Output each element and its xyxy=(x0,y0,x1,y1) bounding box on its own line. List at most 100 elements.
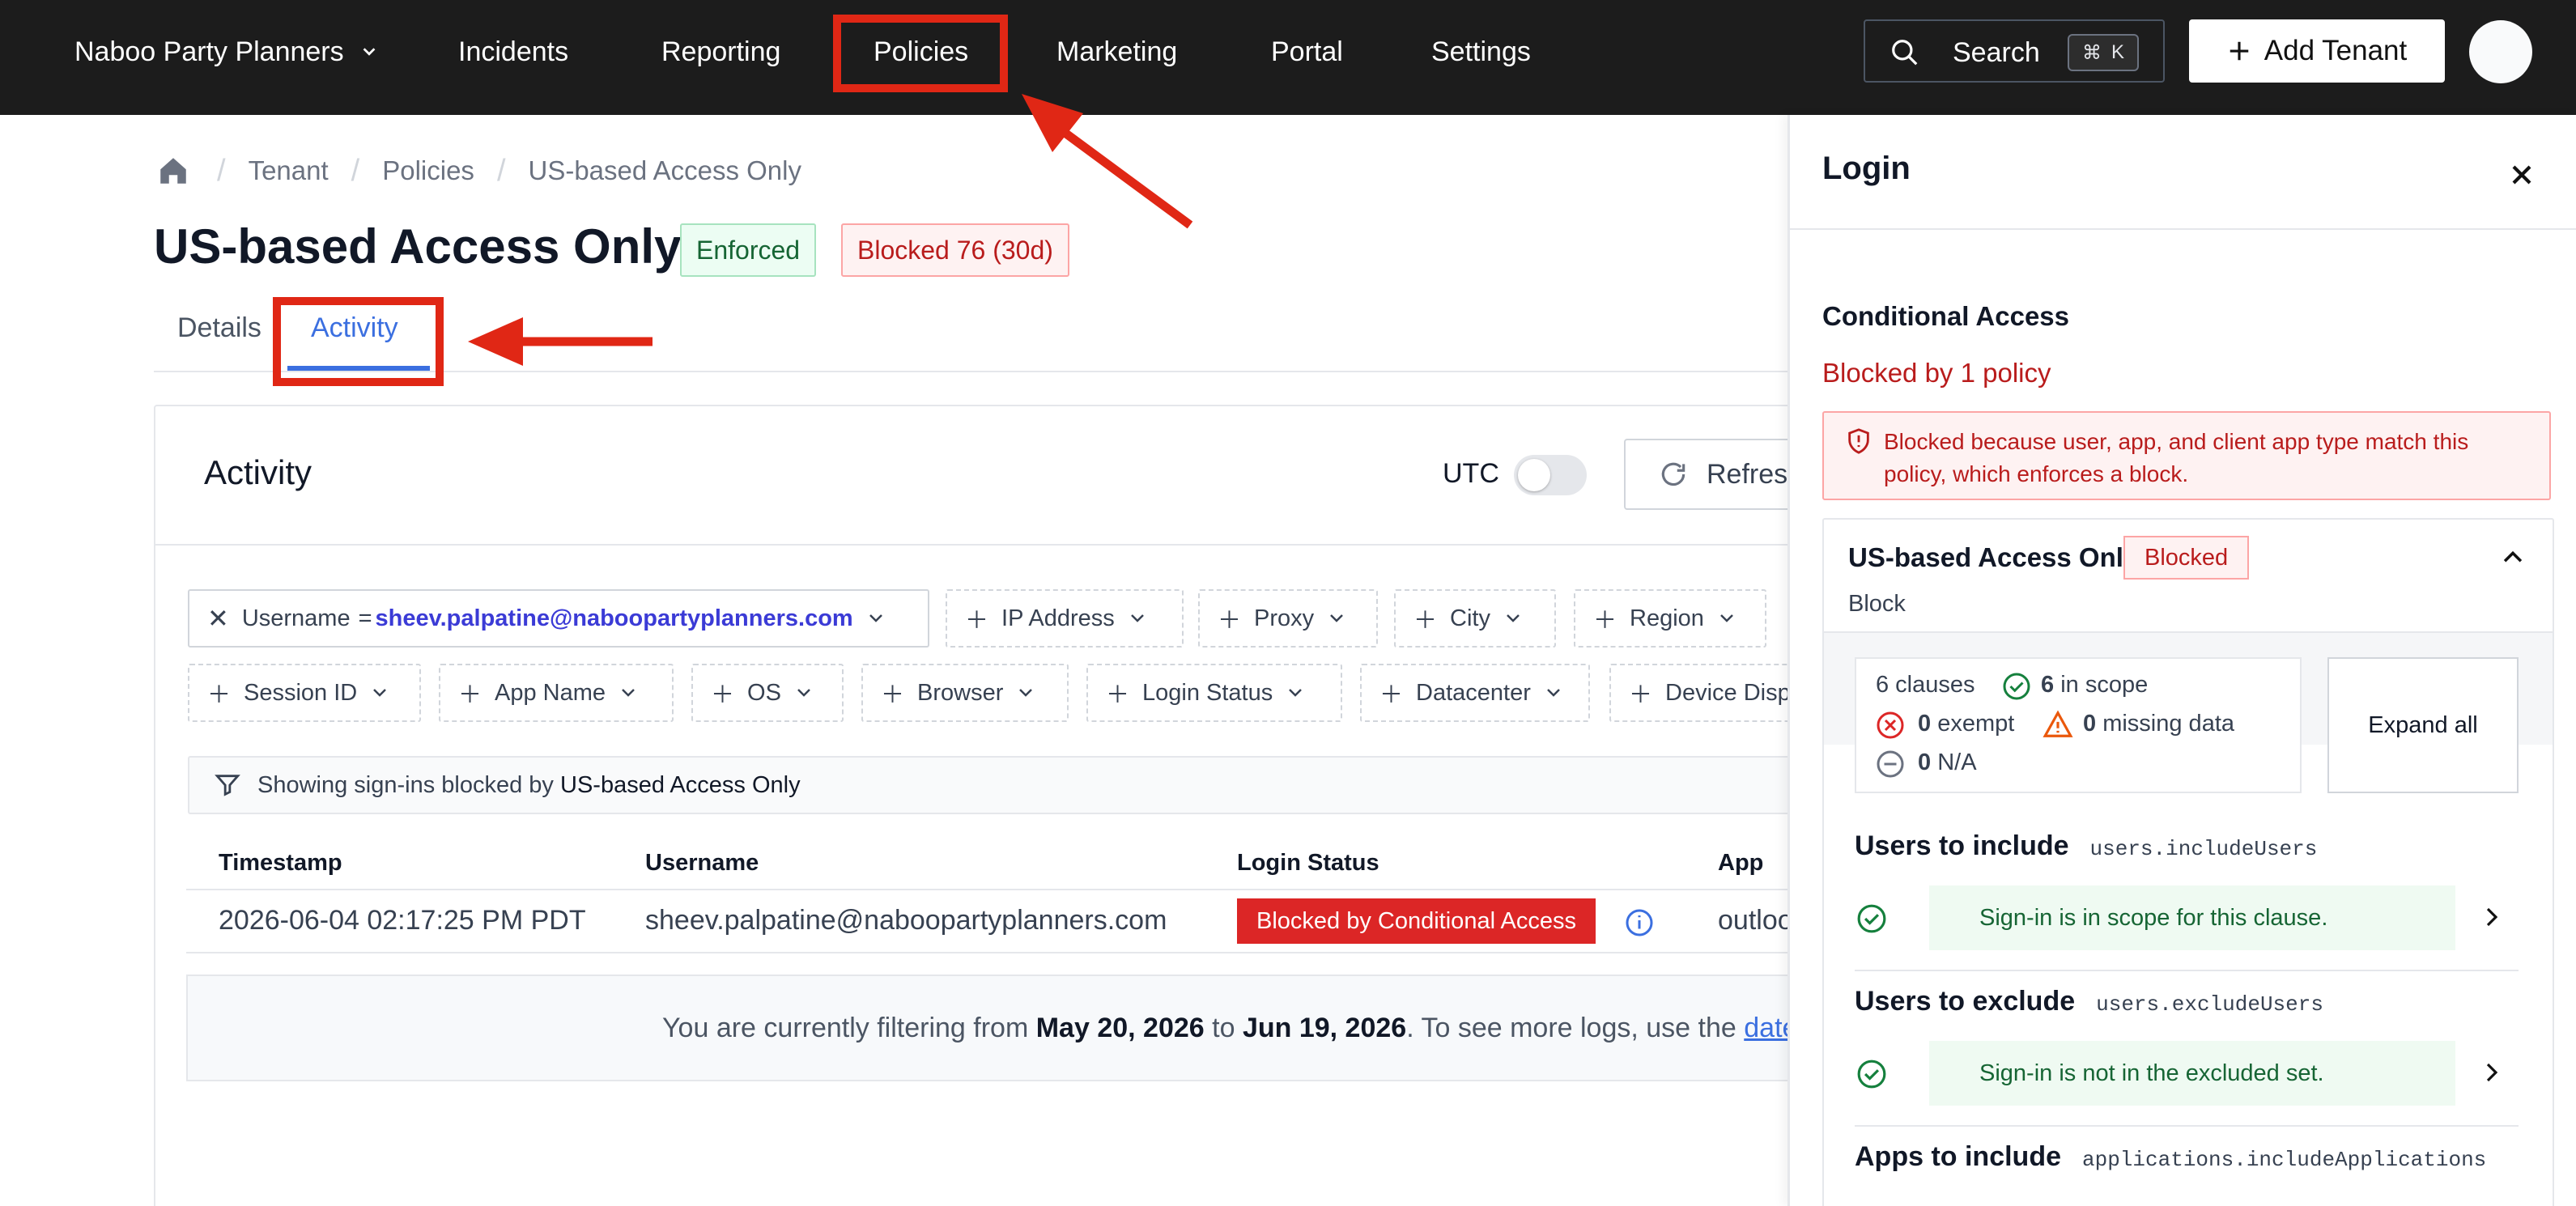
table-header-divider xyxy=(186,889,1787,890)
refresh-icon xyxy=(1661,462,1685,486)
clauses-count: 6 clauses xyxy=(1876,672,1975,698)
check-circle-icon xyxy=(1857,904,1886,933)
policy-action: Block xyxy=(1848,591,1906,617)
annotation-highlight-box xyxy=(273,297,444,386)
block-alert-text: Blocked because user, app, and client ap… xyxy=(1884,429,2469,486)
expand-all-button[interactable]: Expand all xyxy=(2327,657,2519,793)
avatar[interactable] xyxy=(2469,20,2532,83)
card-header-divider xyxy=(155,544,1787,546)
panel-header-divider xyxy=(1790,228,2576,230)
tab-details[interactable]: Details xyxy=(177,312,261,344)
info-icon[interactable] xyxy=(1625,908,1654,937)
col-app[interactable]: App xyxy=(1718,850,1763,877)
refresh-button[interactable]: Refresh xyxy=(1624,439,1787,510)
table-row[interactable]: 2026-06-04 02:17:25 PM PDT sheev.palpati… xyxy=(186,892,1787,952)
filter-login-status[interactable]: ＋ Login Status xyxy=(1086,664,1342,722)
chevron-down-icon xyxy=(622,689,635,697)
chevron-down-icon xyxy=(1289,689,1303,697)
plus-icon: ＋ xyxy=(1629,682,1653,708)
org-switcher[interactable]: Naboo Party Planners xyxy=(74,0,378,104)
breadcrumb-tenant[interactable]: Tenant xyxy=(249,155,329,186)
breadcrumb-separator: / xyxy=(496,153,506,188)
chevron-down-icon xyxy=(1507,614,1520,622)
breadcrumb-separator: / xyxy=(351,153,360,188)
close-icon[interactable] xyxy=(2506,159,2538,191)
activity-heading: Activity xyxy=(204,453,312,491)
nav-marketing[interactable]: Marketing xyxy=(1056,0,1177,104)
table-top-divider xyxy=(186,952,1787,953)
breadcrumb-policies[interactable]: Policies xyxy=(382,155,474,186)
row-timestamp: 2026-06-04 02:17:25 PM PDT xyxy=(219,905,586,936)
filter-os[interactable]: ＋ OS xyxy=(691,664,844,722)
filter-device-display[interactable]: ＋Device Display xyxy=(1609,664,1787,722)
col-login-status[interactable]: Login Status xyxy=(1237,850,1379,877)
close-icon[interactable]: ✕ xyxy=(207,603,229,634)
x-circle-icon xyxy=(1877,711,1904,739)
chevron-right-icon xyxy=(2486,907,2498,927)
chevron-down-icon xyxy=(363,48,376,56)
add-tenant-label: Add Tenant xyxy=(2264,35,2408,66)
clause-result-message: Sign-in is not in the excluded set. xyxy=(1929,1041,2455,1106)
chevron-down-icon xyxy=(1330,614,1344,622)
plus-icon: ＋ xyxy=(1106,682,1130,708)
plus-icon: ＋ xyxy=(207,682,232,708)
filter-summary-prefix: Showing sign-ins blocked by xyxy=(257,771,554,798)
filter-app-name[interactable]: ＋ App Name xyxy=(439,664,674,722)
filter-summary-policy: US-based Access Only xyxy=(560,771,801,798)
row-username: sheev.palpatine@naboopartyplanners.com xyxy=(645,905,1167,936)
shield-alert-icon xyxy=(1848,428,1869,454)
policy-card: US-based Access Only Blocked Block 6 cla… xyxy=(1822,518,2554,1206)
filter-city[interactable]: ＋ City xyxy=(1394,589,1556,648)
warning-icon xyxy=(2043,710,2073,737)
plus-icon: ＋ xyxy=(1593,608,1617,634)
date-picker-link[interactable]: date xyxy=(1744,1013,1787,1044)
clause-result-row[interactable]: Sign-in is in scope for this clause. xyxy=(1856,885,2504,950)
utc-toggle[interactable] xyxy=(1514,455,1587,495)
annotation-highlight-box xyxy=(833,15,1008,92)
row-status-badge: Blocked by Conditional Access xyxy=(1237,898,1596,944)
top-nav-bar: Naboo Party Planners Incidents Reporting… xyxy=(0,0,2576,115)
chevron-down-icon xyxy=(869,614,882,622)
clause-result-row[interactable]: Sign-in is not in the excluded set. xyxy=(1856,1041,2504,1106)
nav-portal[interactable]: Portal xyxy=(1271,0,1343,104)
plus-icon: ＋ xyxy=(965,608,989,634)
nav-reporting[interactable]: Reporting xyxy=(661,0,780,104)
filter-session-id[interactable]: ＋ Session ID xyxy=(188,664,421,722)
filter-region[interactable]: ＋ Region xyxy=(1574,589,1766,648)
col-timestamp[interactable]: Timestamp xyxy=(219,850,342,877)
filter-datacenter[interactable]: ＋ Datacenter xyxy=(1360,664,1590,722)
clause-result-message: Sign-in is in scope for this clause. xyxy=(1929,885,2455,950)
clause-heading: Users to exclude users.excludeUsers xyxy=(1855,986,2323,1017)
plus-icon: ＋ xyxy=(1379,682,1404,708)
panel-title: Login xyxy=(1822,151,1911,186)
chevron-up-icon[interactable] xyxy=(2499,544,2527,571)
clause-heading: Apps to include applications.includeAppli… xyxy=(1855,1141,2487,1172)
date-range-notice: You are currently filtering from May 20,… xyxy=(186,975,1787,1081)
policy-name[interactable]: US-based Access Only xyxy=(1848,542,2138,573)
clause-heading: Users to include users.includeUsers xyxy=(1855,830,2318,861)
chevron-down-icon xyxy=(373,689,387,697)
breadcrumb-current: US-based Access Only xyxy=(528,155,801,185)
status-badge: Enforced xyxy=(680,223,817,277)
login-details-panel: Login Conditional Access Blocked by 1 po… xyxy=(1787,115,2576,1206)
col-username[interactable]: Username xyxy=(645,850,759,877)
add-tenant-button[interactable]: Add Tenant xyxy=(2189,19,2445,83)
search-button[interactable]: Search ⌘ K xyxy=(1864,19,2165,83)
chevron-down-icon xyxy=(1019,689,1033,697)
main-content: / Tenant / Policies / US-based Access On… xyxy=(0,115,1787,1206)
home-icon[interactable] xyxy=(155,154,191,188)
block-alert: Blocked because user, app, and client ap… xyxy=(1822,411,2551,500)
refresh-label: Refresh xyxy=(1707,458,1787,490)
activity-card: Activity UTC Refresh ✕ Username = sheev.… xyxy=(154,405,1787,1206)
plus-icon: ＋ xyxy=(458,682,482,708)
check-circle-icon xyxy=(2003,673,2030,700)
nav-settings[interactable]: Settings xyxy=(1431,0,1531,104)
page-title: US-based Access Only xyxy=(154,219,682,274)
filter-username[interactable]: ✕ Username = sheev.palpatine@naboopartyp… xyxy=(188,589,929,648)
nav-incidents[interactable]: Incidents xyxy=(458,0,568,104)
filter-ip-address[interactable]: ＋ IP Address xyxy=(946,589,1184,648)
blocked-by-label: Blocked by 1 policy xyxy=(1822,358,2051,388)
filter-username-op: = xyxy=(358,605,372,631)
filter-proxy[interactable]: ＋ Proxy xyxy=(1198,589,1378,648)
filter-browser[interactable]: ＋ Browser xyxy=(861,664,1069,722)
